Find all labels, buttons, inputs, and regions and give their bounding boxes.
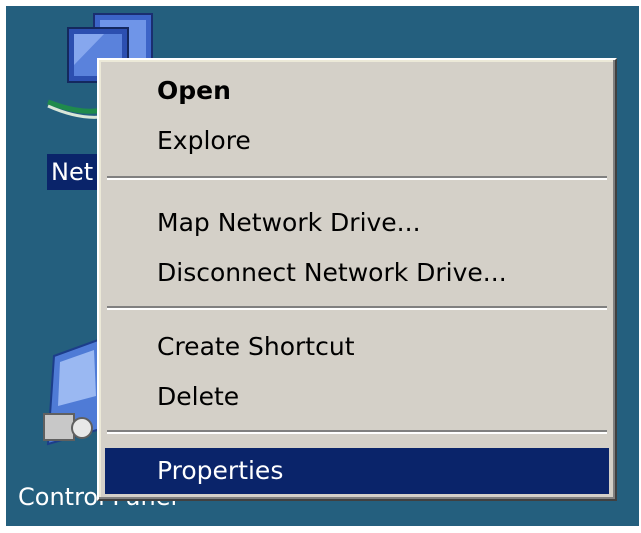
menu-item-delete[interactable]: Delete: [105, 374, 609, 420]
menu-item-open[interactable]: Open: [105, 68, 609, 114]
menu-item-disconnect-network-drive[interactable]: Disconnect Network Drive...: [105, 250, 609, 296]
menu-separator: [107, 176, 607, 180]
context-menu: Open Explore Map Network Drive... Discon…: [97, 58, 617, 501]
menu-item-properties[interactable]: Properties: [105, 448, 609, 494]
menu-item-map-network-drive[interactable]: Map Network Drive...: [105, 200, 609, 246]
network-places-label[interactable]: Net: [47, 154, 100, 190]
menu-separator: [107, 430, 607, 434]
menu-separator: [107, 306, 607, 310]
menu-item-create-shortcut[interactable]: Create Shortcut: [105, 324, 609, 370]
desktop: Net Control Panel Open Explore Map Netwo…: [6, 6, 639, 526]
menu-item-explore[interactable]: Explore: [105, 118, 609, 164]
